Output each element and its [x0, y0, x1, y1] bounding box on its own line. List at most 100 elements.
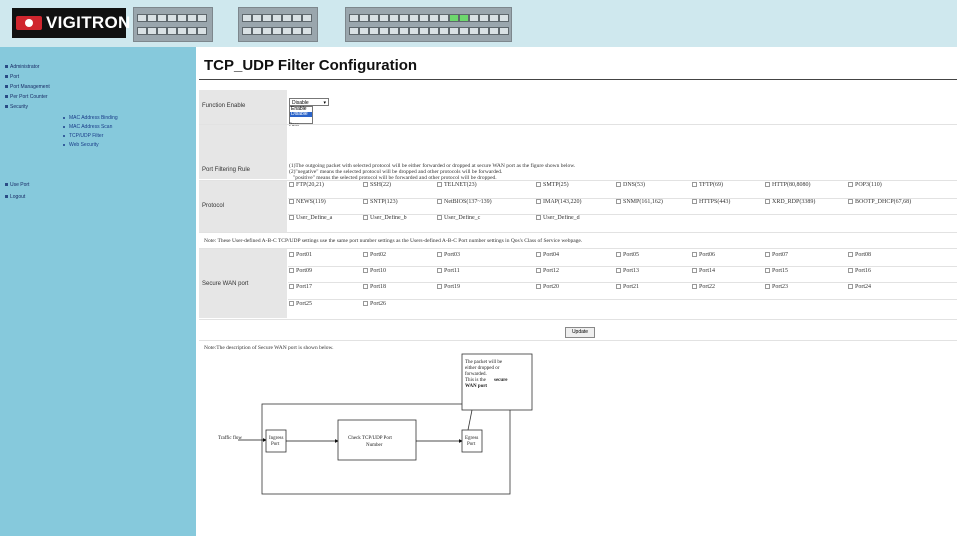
- protocol-checkbox-item[interactable]: NEWS(119): [289, 199, 326, 205]
- sidebar-subitem-mac-scan[interactable]: MAC Address Scan: [63, 124, 112, 130]
- checkbox-icon[interactable]: [848, 199, 853, 205]
- secure-wan-port-checkbox[interactable]: Port15: [765, 268, 788, 274]
- checkbox-icon[interactable]: [289, 268, 294, 274]
- secure-wan-port-checkbox[interactable]: Port11: [437, 268, 460, 274]
- checkbox-icon[interactable]: [437, 252, 442, 258]
- secure-wan-port-checkbox[interactable]: Port25: [289, 301, 312, 307]
- option-disable[interactable]: Disable: [290, 112, 312, 117]
- secure-wan-port-checkbox[interactable]: Port12: [536, 268, 559, 274]
- protocol-checkbox-item[interactable]: SNMP(161,162): [616, 199, 663, 205]
- checkbox-icon[interactable]: [437, 284, 442, 290]
- checkbox-icon[interactable]: [536, 268, 541, 274]
- protocol-checkbox-item[interactable]: TFTP(69): [692, 182, 723, 188]
- checkbox-icon[interactable]: [363, 252, 368, 258]
- checkbox-icon[interactable]: [765, 182, 770, 188]
- secure-wan-port-checkbox[interactable]: Port08: [848, 252, 871, 258]
- checkbox-icon[interactable]: [363, 199, 368, 205]
- checkbox-icon[interactable]: [616, 268, 621, 274]
- secure-wan-port-checkbox[interactable]: Port21: [616, 284, 639, 290]
- checkbox-icon[interactable]: [765, 252, 770, 258]
- secure-wan-port-checkbox[interactable]: Port20: [536, 284, 559, 290]
- protocol-checkbox-item[interactable]: IMAP(143,220): [536, 199, 582, 205]
- secure-wan-port-checkbox[interactable]: Port02: [363, 252, 386, 258]
- protocol-checkbox-item[interactable]: HTTPS(443): [692, 199, 730, 205]
- protocol-checkbox-item[interactable]: User_Define_d: [536, 215, 580, 221]
- secure-wan-port-checkbox[interactable]: Port26: [363, 301, 386, 307]
- secure-wan-port-checkbox[interactable]: Port03: [437, 252, 460, 258]
- checkbox-icon[interactable]: [848, 268, 853, 274]
- function-enable-select[interactable]: Disable ▾: [289, 98, 329, 106]
- checkbox-icon[interactable]: [363, 268, 368, 274]
- protocol-checkbox-item[interactable]: TELNET(23): [437, 182, 477, 188]
- checkbox-icon[interactable]: [536, 182, 541, 188]
- secure-wan-port-checkbox[interactable]: Port04: [536, 252, 559, 258]
- checkbox-icon[interactable]: [692, 199, 697, 205]
- checkbox-icon[interactable]: [437, 199, 442, 205]
- checkbox-icon[interactable]: [848, 252, 853, 258]
- protocol-checkbox-item[interactable]: SSH(22): [363, 182, 391, 188]
- checkbox-icon[interactable]: [536, 252, 541, 258]
- checkbox-icon[interactable]: [289, 284, 294, 290]
- sidebar-item-logout[interactable]: Logout: [5, 194, 25, 200]
- secure-wan-port-checkbox[interactable]: Port13: [616, 268, 639, 274]
- checkbox-icon[interactable]: [363, 301, 368, 307]
- protocol-checkbox-item[interactable]: User_Define_a: [289, 215, 332, 221]
- secure-wan-port-checkbox[interactable]: Port14: [692, 268, 715, 274]
- checkbox-icon[interactable]: [692, 284, 697, 290]
- checkbox-icon[interactable]: [289, 252, 294, 258]
- sidebar-subitem-tcp-udp-filter[interactable]: TCP/UDP Filter: [63, 133, 103, 139]
- checkbox-icon[interactable]: [616, 182, 621, 188]
- secure-wan-port-checkbox[interactable]: Port23: [765, 284, 788, 290]
- protocol-checkbox-item[interactable]: FTP(20,21): [289, 182, 324, 188]
- sidebar-subitem-mac-binding[interactable]: MAC Address Binding: [63, 115, 118, 121]
- checkbox-icon[interactable]: [437, 268, 442, 274]
- sidebar-subitem-web-security[interactable]: Web Security: [63, 142, 99, 148]
- checkbox-icon[interactable]: [692, 182, 697, 188]
- secure-wan-port-checkbox[interactable]: Port06: [692, 252, 715, 258]
- checkbox-icon[interactable]: [536, 199, 541, 205]
- sidebar-item-use-port[interactable]: Use Port: [5, 182, 29, 188]
- sidebar-item-per-port-counter[interactable]: Per Port Counter: [5, 94, 48, 100]
- secure-wan-port-checkbox[interactable]: Port22: [692, 284, 715, 290]
- sidebar-item-port-management[interactable]: Port Management: [5, 84, 50, 90]
- protocol-checkbox-item[interactable]: SNTP(123): [363, 199, 398, 205]
- checkbox-icon[interactable]: [765, 284, 770, 290]
- checkbox-icon[interactable]: [848, 284, 853, 290]
- secure-wan-port-checkbox[interactable]: Port18: [363, 284, 386, 290]
- checkbox-icon[interactable]: [363, 284, 368, 290]
- checkbox-icon[interactable]: [363, 182, 368, 188]
- checkbox-icon[interactable]: [536, 215, 541, 221]
- sidebar-item-security[interactable]: Security: [5, 104, 28, 110]
- secure-wan-port-checkbox[interactable]: Port24: [848, 284, 871, 290]
- checkbox-icon[interactable]: [765, 199, 770, 205]
- protocol-checkbox-item[interactable]: XRD_RDP(3389): [765, 199, 815, 205]
- checkbox-icon[interactable]: [437, 182, 442, 188]
- checkbox-icon[interactable]: [363, 215, 368, 221]
- secure-wan-port-checkbox[interactable]: Port10: [363, 268, 386, 274]
- sidebar-item-administrator[interactable]: Administrator: [5, 64, 39, 70]
- checkbox-icon[interactable]: [848, 182, 853, 188]
- checkbox-icon[interactable]: [437, 215, 442, 221]
- secure-wan-port-checkbox[interactable]: Port07: [765, 252, 788, 258]
- checkbox-icon[interactable]: [616, 284, 621, 290]
- protocol-checkbox-item[interactable]: User_Define_c: [437, 215, 480, 221]
- protocol-checkbox-item[interactable]: POP3(110): [848, 182, 882, 188]
- checkbox-icon[interactable]: [616, 252, 621, 258]
- checkbox-icon[interactable]: [289, 215, 294, 221]
- checkbox-icon[interactable]: [289, 301, 294, 307]
- update-button[interactable]: Update: [565, 327, 595, 338]
- checkbox-icon[interactable]: [289, 182, 294, 188]
- secure-wan-port-checkbox[interactable]: Port19: [437, 284, 460, 290]
- protocol-checkbox-item[interactable]: DNS(53): [616, 182, 645, 188]
- secure-wan-port-checkbox[interactable]: Port01: [289, 252, 312, 258]
- checkbox-icon[interactable]: [536, 284, 541, 290]
- checkbox-icon[interactable]: [692, 268, 697, 274]
- protocol-checkbox-item[interactable]: BOOTP_DHCP(67,68): [848, 199, 911, 205]
- secure-wan-port-checkbox[interactable]: Port16: [848, 268, 871, 274]
- protocol-checkbox-item[interactable]: NetBIOS(137~139): [437, 199, 492, 205]
- protocol-checkbox-item[interactable]: HTTP(80,8080): [765, 182, 811, 188]
- checkbox-icon[interactable]: [692, 252, 697, 258]
- protocol-checkbox-item[interactable]: SMTP(25): [536, 182, 569, 188]
- protocol-checkbox-item[interactable]: User_Define_b: [363, 215, 407, 221]
- secure-wan-port-checkbox[interactable]: Port17: [289, 284, 312, 290]
